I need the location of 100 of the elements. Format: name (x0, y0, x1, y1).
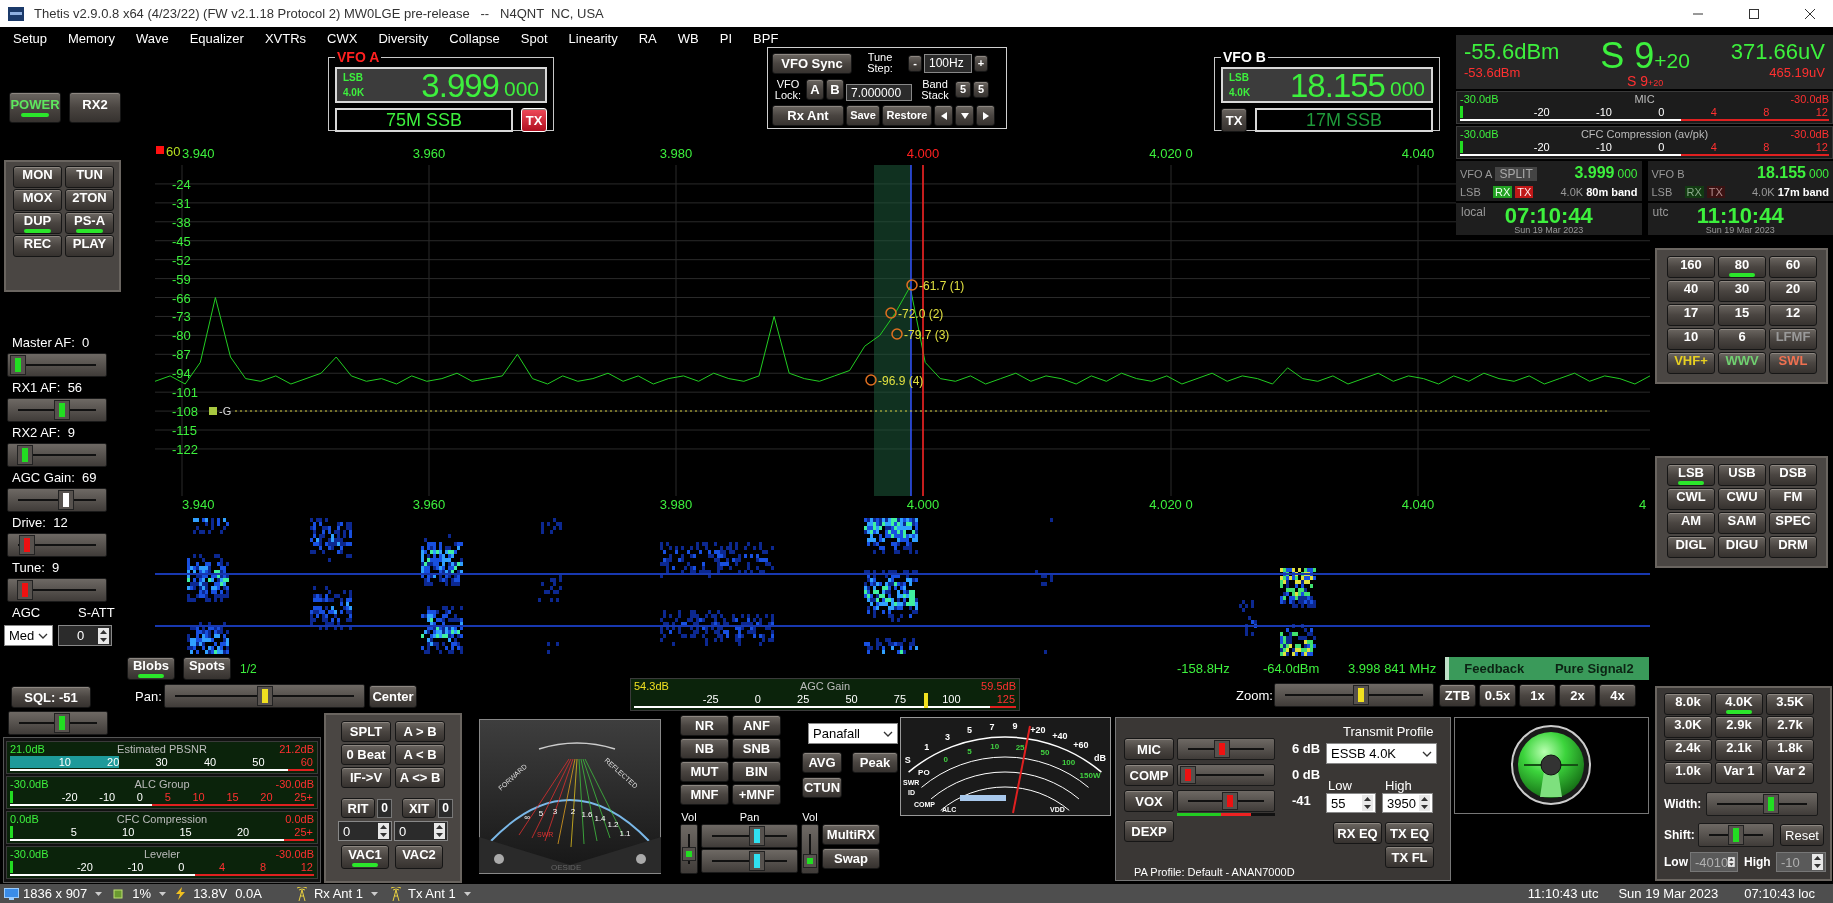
dropdown-caret-icon[interactable] (371, 891, 378, 896)
slider[interactable] (1706, 792, 1818, 816)
vfo-operation-button[interactable]: SPLT (341, 721, 391, 742)
transmit-control-button[interactable]: MON (13, 166, 62, 188)
dsp-button[interactable]: SNB (732, 738, 781, 759)
menu-item[interactable]: BPF (753, 30, 779, 46)
vfo-operation-button[interactable]: IF->V (341, 767, 391, 788)
squelch-button[interactable]: SQL: -51 (11, 686, 91, 708)
menu-item[interactable]: Equalizer (189, 30, 244, 46)
vfo-operation-button[interactable]: A <> B (395, 767, 445, 788)
slider-thumb[interactable] (804, 855, 816, 867)
slider-thumb[interactable] (750, 827, 764, 845)
menu-item[interactable]: Wave (135, 30, 169, 46)
band-button[interactable]: 10 (1667, 328, 1715, 350)
audio-control-button[interactable]: VOX (1124, 790, 1174, 812)
slider-thumb[interactable] (1215, 741, 1230, 757)
low-field[interactable]: 55 (1326, 793, 1376, 813)
center-button[interactable]: Center (369, 684, 417, 708)
band-button[interactable]: VHF+ (1667, 352, 1715, 374)
vfo-operation-button[interactable]: A > B (395, 721, 445, 742)
slider-thumb[interactable] (1181, 767, 1195, 783)
save-button[interactable]: Save (846, 105, 880, 126)
band-button[interactable]: 80 (1718, 256, 1766, 278)
slider[interactable] (701, 849, 798, 873)
mode-button[interactable]: AM (1667, 512, 1715, 534)
rx-antenna-button[interactable]: Rx Ant (772, 105, 844, 126)
transmit-control-button[interactable]: PLAY (65, 235, 114, 257)
vac-button[interactable]: VAC2 (395, 845, 443, 869)
tune-step-field[interactable]: 100Hz (924, 53, 972, 73)
power-control-button[interactable]: RX2 (69, 92, 121, 123)
power-control-button[interactable]: POWER (9, 92, 61, 123)
dropdown-caret-icon[interactable] (95, 891, 103, 896)
mode-button[interactable]: FM (1769, 488, 1817, 510)
close-icon[interactable] (1804, 7, 1816, 20)
transmit-control-button[interactable]: DUP (13, 212, 62, 234)
transmit-button[interactable]: TX (521, 108, 547, 132)
expander-button[interactable]: DEXP (1124, 820, 1174, 842)
slider-thumb[interactable] (11, 356, 25, 374)
previous-button[interactable] (934, 105, 953, 126)
lock-frequency-field[interactable]: 7.000000 (846, 84, 912, 101)
transmit-control-button[interactable]: PS-A (65, 212, 114, 234)
slider[interactable] (680, 824, 698, 874)
slider[interactable] (1177, 764, 1275, 786)
step-down-button[interactable]: - (908, 54, 922, 72)
band-button[interactable]: 6 (1718, 328, 1766, 350)
slider-thumb[interactable] (1222, 793, 1237, 809)
filter-width-button[interactable]: 4.0K (1715, 693, 1763, 715)
slider-thumb[interactable] (20, 536, 35, 554)
zoom-button[interactable]: 1x (1519, 683, 1556, 707)
slider-thumb[interactable] (1353, 686, 1368, 704)
band-button[interactable]: WWV (1718, 352, 1766, 374)
menu-item[interactable]: XVTRs (264, 30, 307, 46)
menu-item[interactable]: Spot (520, 30, 548, 46)
band-button[interactable]: 30 (1718, 280, 1766, 302)
filter-width-button[interactable]: 3.0K (1664, 716, 1712, 738)
agc-dropdown[interactable]: Med (4, 625, 53, 646)
slider[interactable] (7, 578, 107, 602)
menu-item[interactable]: Setup (13, 30, 47, 46)
filter-width-button[interactable]: 3.5K (1766, 693, 1814, 715)
band-button[interactable]: 15 (1718, 304, 1766, 326)
slider[interactable] (7, 533, 107, 557)
vfo-sync-button[interactable]: VFO Sync (772, 52, 852, 74)
menu-item[interactable]: WB (677, 30, 699, 46)
vfo-operation-button[interactable]: 0 Beat (341, 744, 391, 765)
slider-thumb[interactable] (18, 446, 32, 464)
dsp-button[interactable]: +MNF (732, 784, 781, 805)
rit-button[interactable]: RIT (341, 798, 375, 818)
slider-thumb[interactable] (750, 852, 764, 870)
dsp-button[interactable]: NR (680, 715, 729, 736)
band-stack-button[interactable]: 5 (973, 81, 989, 98)
filter-button[interactable]: TX FL (1385, 846, 1434, 868)
menu-item[interactable]: Diversity (378, 30, 429, 46)
filter-width-button[interactable]: 2.7k (1766, 716, 1814, 738)
slider[interactable] (1177, 738, 1275, 760)
slider[interactable] (8, 711, 108, 735)
zoom-button[interactable]: 0.5x (1479, 683, 1516, 707)
filter-width-button[interactable]: 1.0k (1664, 762, 1712, 784)
feedback-label[interactable]: Feedback (1464, 661, 1525, 676)
maximize-icon[interactable] (1748, 7, 1760, 20)
slider[interactable] (164, 684, 365, 708)
step-up-button[interactable]: + (974, 54, 988, 72)
band-button[interactable]: 17 (1667, 304, 1715, 326)
lock-a-button[interactable]: A (806, 79, 824, 100)
high-field[interactable]: 3950 (1382, 793, 1433, 813)
mode-button[interactable]: USB (1718, 464, 1766, 486)
next-button[interactable] (976, 105, 995, 126)
lock-b-button[interactable]: B (826, 79, 844, 100)
band-button[interactable]: 60 (1769, 256, 1817, 278)
mode-button[interactable]: DIGL (1667, 536, 1715, 558)
vac-button[interactable]: VAC1 (341, 845, 389, 869)
menu-item[interactable]: Linearity (568, 30, 618, 46)
audio-control-button[interactable]: COMP (1124, 764, 1174, 786)
mode-button[interactable]: DSB (1769, 464, 1817, 486)
menu-item[interactable]: Memory (68, 30, 115, 46)
slider[interactable] (801, 824, 819, 874)
zoom-button[interactable]: ZTB (1439, 683, 1476, 707)
transmit-control-button[interactable]: 2TON (65, 189, 114, 211)
filter-width-button[interactable]: 2.9k (1715, 716, 1763, 738)
display-button[interactable]: Peak (852, 752, 898, 773)
rit-field[interactable]: 0 (338, 821, 392, 841)
